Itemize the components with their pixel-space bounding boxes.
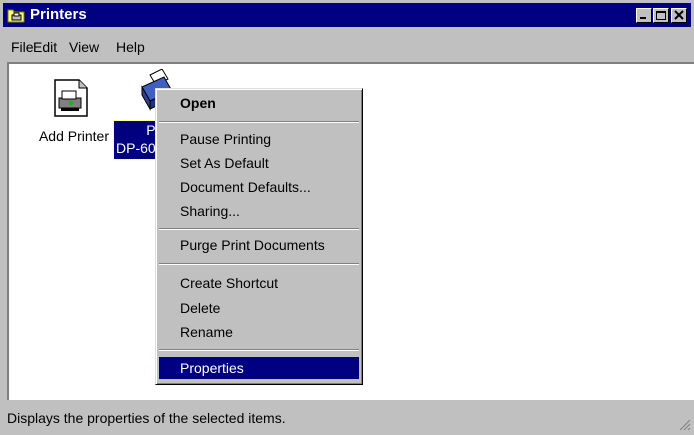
ctx-document-defaults[interactable]: Document Defaults... <box>159 176 359 198</box>
close-button[interactable] <box>671 8 687 23</box>
ctx-separator <box>159 228 359 230</box>
menu-help[interactable]: Help <box>116 36 145 58</box>
maximize-button[interactable] <box>653 8 669 23</box>
menu-edit[interactable]: Edit <box>33 36 57 58</box>
ctx-create-shortcut[interactable]: Create Shortcut <box>159 272 359 294</box>
ctx-delete[interactable]: Delete <box>159 297 359 319</box>
ctx-sharing[interactable]: Sharing... <box>159 200 359 222</box>
ctx-pause-printing[interactable]: Pause Printing <box>159 128 359 150</box>
printers-folder-icon <box>7 7 25 23</box>
minimize-button[interactable] <box>636 8 652 23</box>
resize-grip-icon[interactable] <box>677 417 691 431</box>
menu-bar: File Edit View Help <box>3 36 691 58</box>
ctx-separator <box>159 263 359 265</box>
add-printer-label: Add Printer <box>38 128 110 144</box>
ctx-properties[interactable]: Properties <box>159 357 359 379</box>
printers-window: Printers File Edit View Help Add Printer <box>0 0 694 435</box>
context-menu: Open Pause Printing Set As Default Docum… <box>155 88 363 385</box>
status-bar: Displays the properties of the selected … <box>3 405 691 431</box>
title-bar[interactable]: Printers <box>3 3 691 27</box>
ctx-purge-print-documents[interactable]: Purge Print Documents <box>159 234 359 256</box>
ctx-separator <box>159 121 359 123</box>
add-printer-icon <box>54 79 88 117</box>
ctx-open[interactable]: Open <box>159 92 359 114</box>
status-text: Displays the properties of the selected … <box>7 410 286 426</box>
menu-file[interactable]: File <box>11 36 34 58</box>
ctx-separator <box>159 349 359 351</box>
ctx-set-as-default[interactable]: Set As Default <box>159 152 359 174</box>
ctx-rename[interactable]: Rename <box>159 321 359 343</box>
window-title: Printers <box>30 6 87 23</box>
menu-view[interactable]: View <box>69 36 99 58</box>
